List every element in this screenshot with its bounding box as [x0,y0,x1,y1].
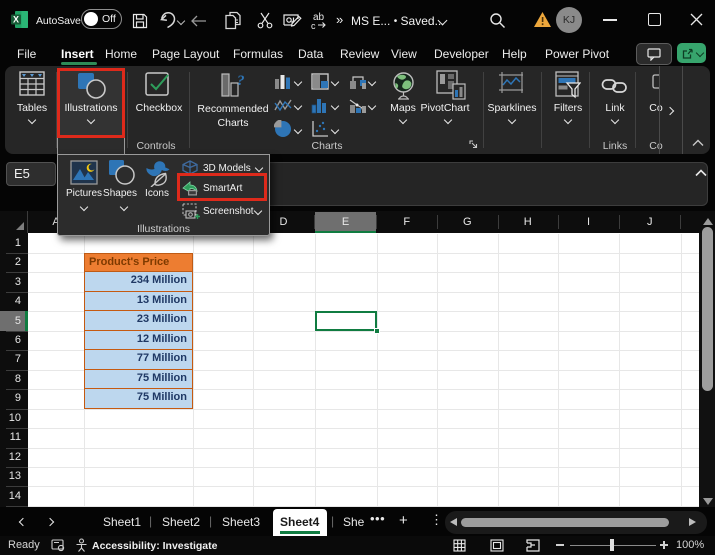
svg-text:?: ? [237,73,245,89]
svg-text:c: c [311,21,316,30]
svg-text:X: X [13,15,19,25]
